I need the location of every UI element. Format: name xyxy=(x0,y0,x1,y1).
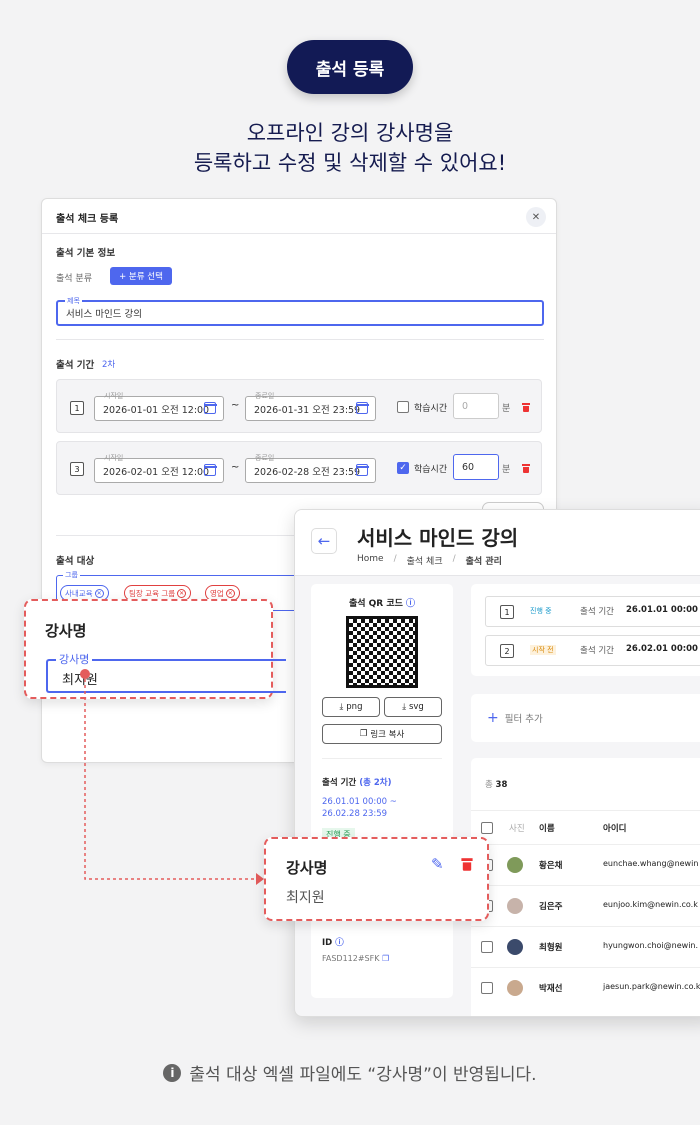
instructor-display-popup: 강사명 최지원 ✎ xyxy=(264,837,489,921)
connector-line xyxy=(80,669,264,885)
delete-icon[interactable] xyxy=(461,858,473,871)
edit-icon[interactable]: ✎ xyxy=(431,855,444,873)
popup-title: 강사명 xyxy=(286,859,328,877)
info-icon: i xyxy=(163,1063,182,1082)
footer-note: i 출석 대상 엑셀 파일에도 “강사명”이 반영됩니다. xyxy=(0,1060,700,1085)
instructor-name: 최지원 xyxy=(286,890,325,906)
